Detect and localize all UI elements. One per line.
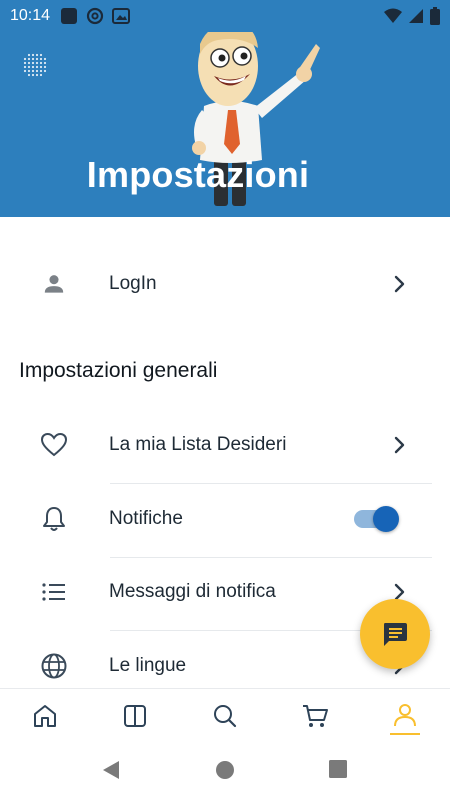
brand-logo-icon[interactable] — [22, 52, 48, 78]
notification-messages-label: Messaggi di notifica — [109, 581, 276, 602]
heart-icon — [38, 429, 70, 461]
page-title: Impostazioni — [86, 154, 310, 195]
settings-header: Impostazioni — [0, 0, 450, 217]
chevron-right-icon — [394, 275, 405, 293]
notifications-toggle[interactable] — [352, 505, 400, 533]
chevron-right-icon — [394, 436, 405, 454]
system-navigation-bar — [0, 743, 450, 800]
status-bar: 10:14 — [0, 0, 450, 32]
nav-catalog[interactable] — [90, 689, 180, 743]
person-icon — [38, 268, 70, 300]
section-title-general: Impostazioni generali — [19, 359, 218, 382]
nav-cart[interactable] — [270, 689, 360, 743]
at-notification-icon — [86, 7, 104, 25]
notifications-row: Notifiche — [0, 484, 450, 554]
profile-icon — [394, 704, 416, 727]
languages-label: Le lingue — [109, 655, 187, 676]
chat-message-icon — [384, 623, 407, 646]
home-icon — [34, 705, 56, 727]
wishlist-label: La mia Lista Desideri — [109, 434, 287, 455]
list-icon — [38, 576, 70, 608]
nav-profile[interactable] — [360, 689, 450, 743]
chat-fab-button[interactable] — [360, 599, 430, 669]
login-label: LogIn — [109, 273, 157, 294]
back-icon[interactable] — [100, 759, 122, 781]
book-icon — [124, 705, 146, 727]
home-circle-icon[interactable] — [214, 759, 236, 781]
wishlist-row[interactable]: La mia Lista Desideri — [0, 410, 450, 480]
notifications-label: Notifiche — [109, 508, 183, 529]
status-time: 10:14 — [10, 7, 51, 24]
recents-icon[interactable] — [328, 759, 348, 779]
nav-search[interactable] — [180, 689, 270, 743]
toggle-thumb — [373, 506, 399, 532]
globe-icon — [38, 650, 70, 682]
cell-signal-icon — [409, 9, 423, 23]
bottom-navigation — [0, 688, 450, 743]
bell-icon — [38, 503, 70, 535]
cart-icon — [303, 705, 328, 727]
wifi-icon — [384, 8, 402, 23]
battery-icon — [430, 7, 440, 25]
nav-home[interactable] — [0, 689, 90, 743]
login-row[interactable]: LogIn — [0, 249, 450, 319]
image-notification-icon — [112, 8, 131, 24]
square-notification-icon — [61, 8, 78, 24]
search-icon — [214, 705, 237, 728]
